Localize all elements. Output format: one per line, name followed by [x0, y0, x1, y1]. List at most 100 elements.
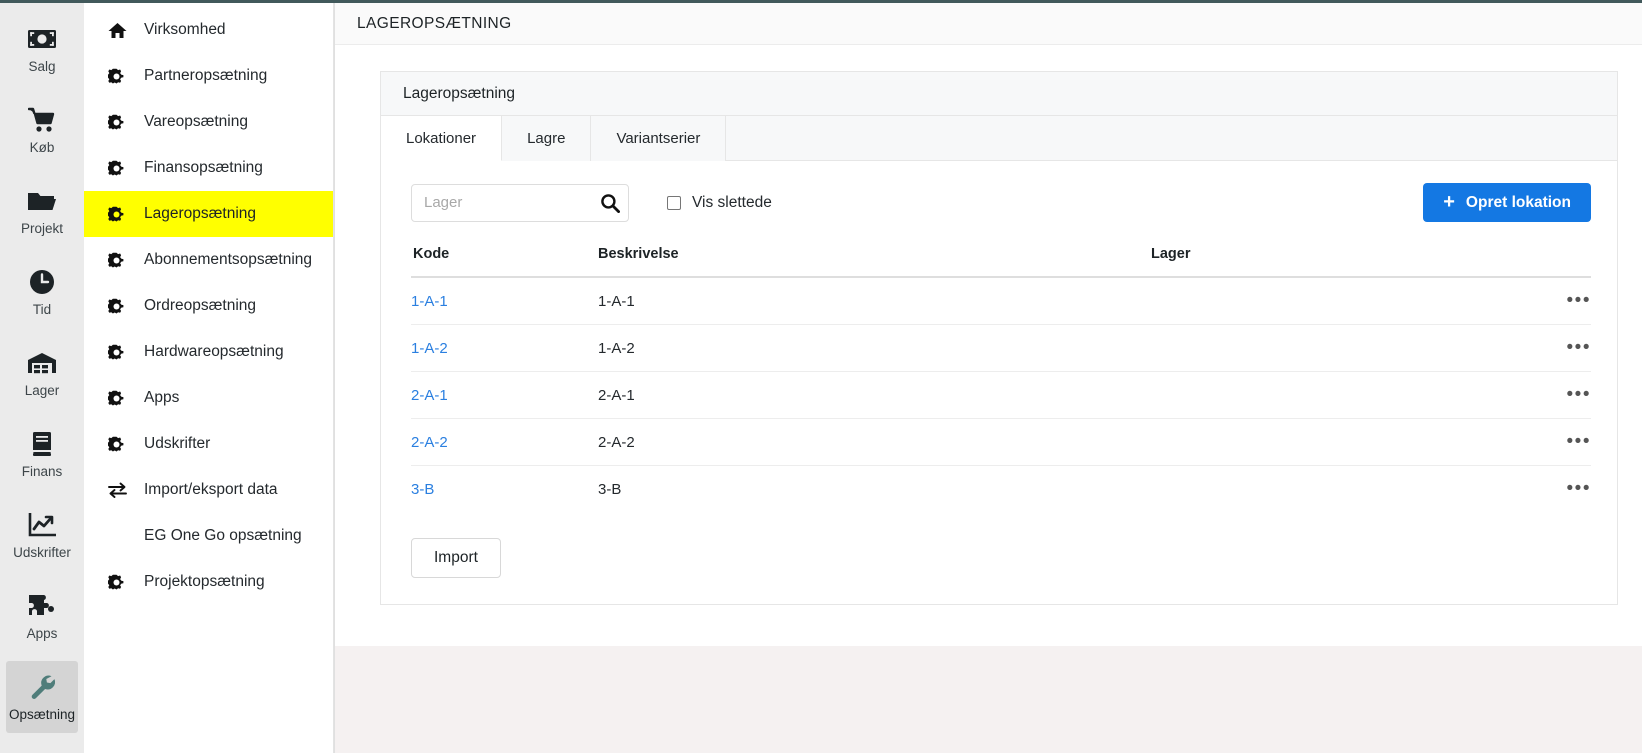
submenu-item-label: Abonnementsopsætning: [144, 251, 312, 269]
tab-lagre[interactable]: Lagre: [502, 116, 591, 161]
rail-item-label: Apps: [27, 627, 58, 641]
settings-submenu: Virksomhed Partneropsætning Vareopsætnin…: [84, 3, 334, 753]
submenu-item-lageropsaetning[interactable]: Lageropsætning: [84, 191, 334, 237]
import-button[interactable]: Import: [411, 538, 501, 578]
submenu-item-projektopsaetning[interactable]: Projektopsætning: [84, 559, 334, 605]
rail-item-udskrifter[interactable]: Udskrifter: [6, 499, 78, 571]
submenu-item-apps[interactable]: Apps: [84, 375, 334, 421]
rail-item-label: Lager: [25, 384, 60, 398]
wrench-icon: [29, 672, 55, 702]
table-row[interactable]: 2-A-2 2-A-2 •••: [411, 419, 1591, 466]
checkbox-box[interactable]: [667, 196, 681, 210]
rail-item-label: Tid: [33, 303, 51, 317]
card-header: Lageropsætning: [381, 72, 1617, 116]
location-link[interactable]: 2-A-2: [411, 434, 448, 451]
cell-kode: 3-B: [411, 466, 598, 513]
submenu-item-label: Hardwareopsætning: [144, 343, 284, 361]
row-actions-menu-icon[interactable]: •••: [1567, 343, 1591, 353]
page-title: LAGEROPSÆTNING: [357, 15, 512, 33]
cell-actions: •••: [1531, 466, 1591, 513]
table-body: 1-A-1 1-A-1 ••• 1-A-2: [411, 277, 1591, 512]
rail-item-label: Udskrifter: [13, 546, 71, 560]
column-header-lager[interactable]: Lager: [1151, 246, 1531, 277]
table-row[interactable]: 3-B 3-B •••: [411, 466, 1591, 513]
search-input[interactable]: [411, 184, 629, 222]
submenu-item-label: Vareopsætning: [144, 113, 248, 131]
primary-nav-rail: Salg Køb Projekt: [0, 3, 84, 753]
transfer-icon: [108, 482, 144, 498]
submenu-item-ordreopsaetning[interactable]: Ordreopsætning: [84, 283, 334, 329]
search-field-wrapper: [411, 184, 629, 222]
gear-icon: [108, 390, 144, 407]
submenu-item-label: Lageropsætning: [144, 205, 256, 223]
locations-table: Kode Beskrivelse Lager 1-A-1: [411, 246, 1591, 512]
gear-icon: [108, 574, 144, 591]
puzzle-icon: [28, 591, 56, 621]
location-link[interactable]: 1-A-2: [411, 340, 448, 357]
cell-beskrivelse: 2-A-2: [598, 419, 1151, 466]
rail-item-projekt[interactable]: Projekt: [6, 175, 78, 247]
submenu-item-abonnementsopsaetning[interactable]: Abonnementsopsætning: [84, 237, 334, 283]
gear-icon: [108, 252, 144, 269]
column-header-actions: [1531, 246, 1591, 277]
app-root: Salg Køb Projekt: [0, 0, 1642, 753]
submenu-item-import-eksport-data[interactable]: Import/eksport data: [84, 467, 334, 513]
submenu-item-finansopsaetning[interactable]: Finansopsætning: [84, 145, 334, 191]
tab-variantserier[interactable]: Variantserier: [591, 116, 726, 161]
table-row[interactable]: 1-A-1 1-A-1 •••: [411, 277, 1591, 325]
submenu-item-label: Import/eksport data: [144, 481, 278, 499]
column-header-kode[interactable]: Kode: [411, 246, 598, 277]
location-link[interactable]: 3-B: [411, 481, 434, 498]
tab-lokationer[interactable]: Lokationer: [381, 116, 502, 161]
submenu-item-vareopsaetning[interactable]: Vareopsætning: [84, 99, 334, 145]
rail-item-tid[interactable]: Tid: [6, 256, 78, 328]
table-head: Kode Beskrivelse Lager: [411, 246, 1591, 277]
rail-item-label: Salg: [28, 60, 55, 74]
gear-icon: [108, 114, 144, 131]
submenu-item-eg-one-go-opsaetning[interactable]: EG One Go opsætning: [84, 513, 334, 559]
main-content: LAGEROPSÆTNING Lageropsætning Lokationer…: [334, 3, 1642, 753]
row-actions-menu-icon[interactable]: •••: [1567, 437, 1591, 447]
rail-item-label: Finans: [22, 465, 63, 479]
submenu-item-partneropsaetning[interactable]: Partneropsætning: [84, 53, 334, 99]
submenu-item-label: EG One Go opsætning: [144, 527, 302, 545]
submenu-item-label: Apps: [144, 389, 179, 407]
submenu-item-udskrifter[interactable]: Udskrifter: [84, 421, 334, 467]
table-row[interactable]: 1-A-2 1-A-2 •••: [411, 325, 1591, 372]
rail-item-kob[interactable]: Køb: [6, 94, 78, 166]
page-title-bar: LAGEROPSÆTNING: [335, 3, 1642, 45]
cell-lager: [1151, 419, 1531, 466]
show-deleted-checkbox[interactable]: Vis slettede: [667, 194, 772, 212]
submenu-item-virksomhed[interactable]: Virksomhed: [84, 7, 334, 53]
search-icon[interactable]: [600, 184, 620, 222]
tab-bar: Lokationer Lagre Variantserier: [381, 116, 1617, 161]
tab-label: Lokationer: [406, 130, 476, 147]
rail-item-finans[interactable]: Finans: [6, 418, 78, 490]
location-link[interactable]: 1-A-1: [411, 293, 448, 310]
clock-icon: [29, 267, 55, 297]
create-location-button[interactable]: + Opret lokation: [1423, 183, 1591, 222]
gear-icon: [108, 160, 144, 177]
rail-item-opsaetning[interactable]: Opsætning: [6, 661, 78, 733]
table-row[interactable]: 2-A-1 2-A-1 •••: [411, 372, 1591, 419]
rail-item-apps[interactable]: Apps: [6, 580, 78, 652]
rail-item-salg[interactable]: Salg: [6, 13, 78, 85]
cell-lager: [1151, 372, 1531, 419]
submenu-item-hardwareopsaetning[interactable]: Hardwareopsætning: [84, 329, 334, 375]
rail-item-label: Projekt: [21, 222, 63, 236]
cell-beskrivelse: 3-B: [598, 466, 1151, 513]
column-header-beskrivelse[interactable]: Beskrivelse: [598, 246, 1151, 277]
row-actions-menu-icon[interactable]: •••: [1567, 390, 1591, 400]
bottom-strip: [335, 646, 1642, 753]
location-link[interactable]: 2-A-1: [411, 387, 448, 404]
submenu-item-label: Partneropsætning: [144, 67, 267, 85]
submenu-item-label: Virksomhed: [144, 21, 226, 39]
tab-label: Lagre: [527, 130, 565, 147]
shopping-cart-icon: [28, 105, 56, 135]
row-actions-menu-icon[interactable]: •••: [1567, 296, 1591, 306]
lageropsaetning-card: Lageropsætning Lokationer Lagre Variants…: [380, 71, 1618, 605]
rail-item-label: Køb: [30, 141, 55, 155]
rail-item-lager[interactable]: Lager: [6, 337, 78, 409]
gear-icon: [108, 344, 144, 361]
row-actions-menu-icon[interactable]: •••: [1567, 484, 1591, 494]
